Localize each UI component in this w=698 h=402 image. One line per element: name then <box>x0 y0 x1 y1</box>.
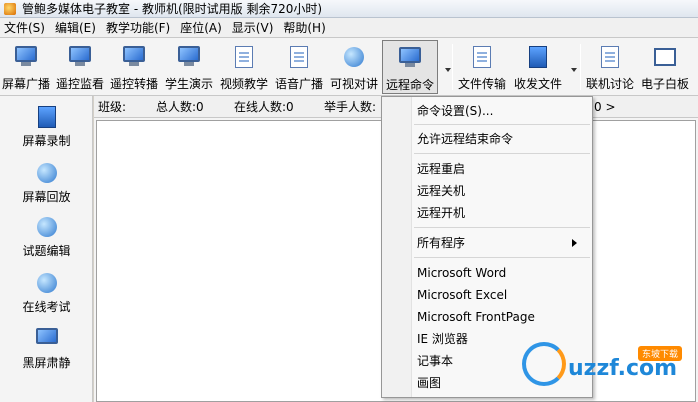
screen-broadcast-icon <box>13 44 39 70</box>
sidebar-item-label: 黑屏肃静 <box>22 356 71 370</box>
voice-broadcast-icon <box>286 44 312 70</box>
screen-broadcast-label: 屏幕广播 <box>1 77 50 91</box>
submenu-arrow-icon <box>572 239 577 247</box>
title-bar: 管鲍多媒体电子教室 - 教师机(限时试用版 剩余720小时) <box>0 0 698 18</box>
menu-item-excel[interactable]: Microsoft Excel <box>417 285 587 305</box>
student-demo-label: 学生演示 <box>164 77 213 91</box>
menu-item-frontpage[interactable]: Microsoft FrontPage <box>417 307 587 327</box>
send-receive-dropdown-icon[interactable] <box>571 68 577 72</box>
file-transfer-label: 文件传输 <box>457 77 506 91</box>
sidebar-item-screen-record[interactable]: 屏幕录制 <box>0 104 93 149</box>
sidebar-item-online-exam[interactable]: 在线考试 <box>0 270 93 315</box>
video-intercom-label: 可视对讲 <box>329 77 378 91</box>
voice-broadcast-label: 语音广播 <box>274 77 323 91</box>
whiteboard-button[interactable]: 电子白板 <box>638 40 692 94</box>
screen-broadcast-button[interactable]: 屏幕广播 <box>0 40 52 94</box>
sidebar-item-question-edit[interactable]: 试题编辑 <box>0 214 93 259</box>
toolbar: 屏幕广播 遥控监看 遥控转播 学生演示 视频教学 语音广播 可视对讲 远程命令 … <box>0 38 698 96</box>
video-teaching-label: 视频教学 <box>219 77 268 91</box>
app-icon <box>4 2 16 15</box>
all-programs-label: 所有程序 <box>417 236 466 250</box>
online-discussion-icon <box>597 44 623 70</box>
menu-item-word[interactable]: Microsoft Word <box>417 263 587 283</box>
remote-watch-icon <box>67 44 93 70</box>
menu-icon-strip <box>382 97 412 397</box>
site-watermark: uzzf.com 东坡下载 <box>508 338 696 400</box>
remote-relay-button[interactable]: 遥控转播 <box>108 40 160 94</box>
menu-teaching[interactable]: 教学功能(F) <box>106 19 180 36</box>
send-receive-files-button[interactable]: 收发文件 <box>512 40 564 94</box>
menu-item-remote-power-on[interactable]: 远程开机 <box>417 203 587 223</box>
file-transfer-icon <box>469 44 495 70</box>
whiteboard-icon <box>652 44 678 70</box>
online-discussion-label: 联机讨论 <box>585 77 634 91</box>
menu-view[interactable]: 显示(V) <box>232 19 284 36</box>
student-demo-button[interactable]: 学生演示 <box>162 40 216 94</box>
toolbar-separator <box>452 44 453 90</box>
remote-command-button[interactable]: 远程命令 <box>382 40 438 94</box>
remote-watch-button[interactable]: 遥控监看 <box>54 40 106 94</box>
menu-separator <box>414 227 590 228</box>
sidebar-item-screen-playback[interactable]: 屏幕回放 <box>0 160 93 205</box>
online-count: 在线人数:0 <box>234 100 294 114</box>
menu-item-all-programs[interactable]: 所有程序 <box>417 233 587 253</box>
voice-broadcast-button[interactable]: 语音广播 <box>272 40 326 94</box>
screen-record-icon <box>34 104 60 128</box>
menu-bar: 文件(S) 编辑(E) 教学功能(F) 座位(A) 显示(V) 帮助(H) <box>0 18 698 38</box>
menu-item-remote-shutdown[interactable]: 远程关机 <box>417 181 587 201</box>
total-count: 总人数:0 <box>156 100 204 114</box>
menu-edit[interactable]: 编辑(E) <box>55 19 106 36</box>
remote-command-icon <box>397 45 423 71</box>
send-receive-files-label: 收发文件 <box>513 77 562 91</box>
sidebar-item-label: 屏幕录制 <box>22 134 71 148</box>
question-edit-icon <box>34 214 60 238</box>
menu-separator <box>414 124 590 125</box>
black-screen-icon <box>34 326 60 350</box>
left-sidebar: 屏幕录制 屏幕回放 试题编辑 在线考试 黑屏肃静 <box>0 96 93 402</box>
remote-relay-icon <box>121 44 147 70</box>
sidebar-item-label: 在线考试 <box>22 300 71 314</box>
video-teaching-button[interactable]: 视频教学 <box>218 40 270 94</box>
hands-count: 举手人数: <box>324 100 377 114</box>
watermark-logo-icon <box>522 342 566 386</box>
toolbar-separator <box>580 44 581 90</box>
window-title: 管鲍多媒体电子教室 - 教师机(限时试用版 剩余720小时) <box>22 2 323 16</box>
whiteboard-label: 电子白板 <box>640 77 689 91</box>
remote-command-dropdown-icon[interactable] <box>445 68 451 72</box>
menu-file[interactable]: 文件(S) <box>4 19 55 36</box>
remote-relay-label: 遥控转播 <box>109 77 158 91</box>
menu-separator <box>414 153 590 154</box>
sidebar-item-black-screen[interactable]: 黑屏肃静 <box>0 326 93 371</box>
remote-watch-label: 遥控监看 <box>55 77 104 91</box>
menu-item-allow-remote-end[interactable]: 允许远程结束命令 <box>417 129 587 149</box>
file-transfer-button[interactable]: 文件传输 <box>456 40 508 94</box>
sidebar-item-label: 屏幕回放 <box>22 190 71 204</box>
class-label: 班级: <box>98 100 127 114</box>
menu-seat[interactable]: 座位(A) <box>180 19 232 36</box>
video-intercom-button[interactable]: 可视对讲 <box>328 40 380 94</box>
menu-separator <box>414 257 590 258</box>
menu-item-remote-restart[interactable]: 远程重启 <box>417 159 587 179</box>
menu-help[interactable]: 帮助(H) <box>283 19 335 36</box>
video-intercom-icon <box>341 44 367 70</box>
online-discussion-button[interactable]: 联机讨论 <box>584 40 636 94</box>
screen-playback-icon <box>34 160 60 184</box>
online-exam-icon <box>34 270 60 294</box>
page-indicator[interactable]: 0 > <box>594 100 616 114</box>
remote-command-label: 远程命令 <box>385 78 434 92</box>
watermark-badge: 东坡下载 <box>638 346 683 361</box>
send-receive-files-icon <box>525 44 551 70</box>
sidebar-item-label: 试题编辑 <box>22 244 71 258</box>
student-demo-icon <box>176 44 202 70</box>
video-teaching-icon <box>231 44 257 70</box>
menu-item-command-settings[interactable]: 命令设置(S)... <box>417 101 587 121</box>
